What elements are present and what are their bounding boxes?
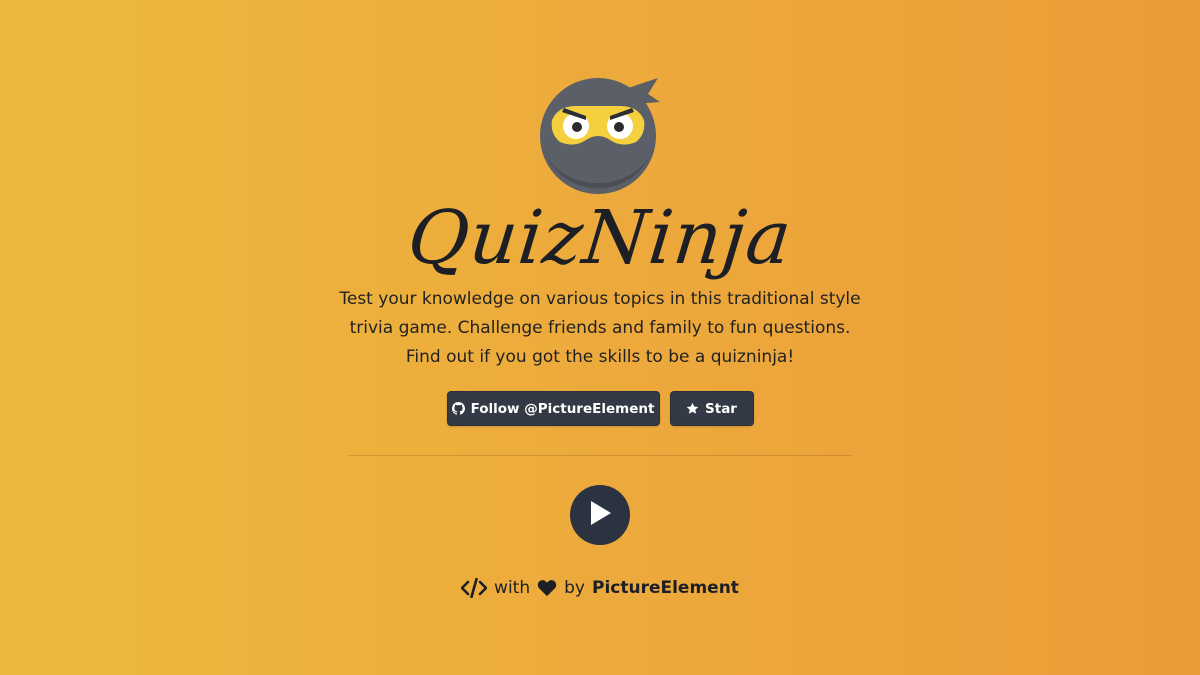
app-title: QuizNinja	[403, 195, 797, 281]
ninja-logo	[536, 76, 660, 194]
follow-button[interactable]: Follow @PictureElement	[446, 391, 660, 426]
footer-author-link[interactable]: PictureElement	[592, 575, 739, 601]
star-icon	[686, 402, 699, 415]
footer-with-text: with	[494, 578, 531, 598]
play-button[interactable]	[570, 485, 630, 545]
star-button-label: Star	[705, 400, 737, 417]
footer-credit: with by PictureElement	[0, 575, 1200, 601]
divider	[348, 455, 852, 456]
play-icon	[587, 499, 613, 531]
github-icon	[451, 402, 465, 415]
social-buttons: Follow @PictureElement Star	[0, 391, 1200, 426]
description-line: trivia game. Challenge friends and famil…	[349, 318, 851, 338]
follow-button-label: Follow @PictureElement	[470, 400, 655, 417]
app-description: Test your knowledge on various topics in…	[320, 285, 880, 372]
star-button[interactable]: Star	[669, 391, 754, 426]
landing-page: QuizNinja Test your knowledge on various…	[0, 0, 1200, 675]
description-line: Find out if you got the skills to be a q…	[405, 347, 795, 367]
code-icon	[461, 578, 488, 598]
footer-by-text: by	[564, 578, 585, 598]
heart-icon	[537, 579, 557, 597]
description-line: Test your knowledge on various topics in…	[339, 289, 861, 309]
